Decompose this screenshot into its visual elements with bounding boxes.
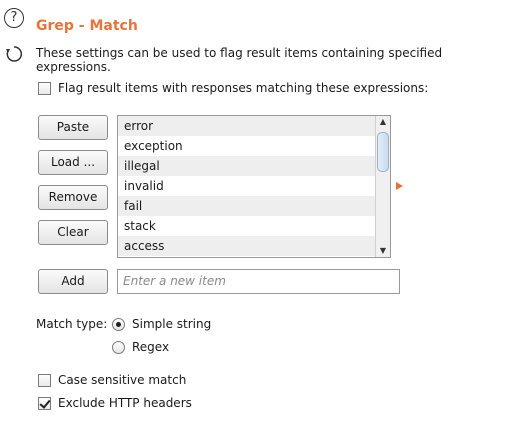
exclude-headers-checkbox[interactable] xyxy=(38,396,51,410)
case-sensitive-label: Case sensitive match xyxy=(58,373,187,387)
case-sensitive-row[interactable]: Case sensitive match xyxy=(38,373,186,387)
scroll-down-arrow-icon[interactable]: ▼ xyxy=(376,245,390,257)
match-type-label: Match type: xyxy=(36,317,108,331)
list-item[interactable]: stack xyxy=(118,216,390,236)
expand-arrow-icon xyxy=(396,182,403,190)
list-item[interactable]: fail xyxy=(118,196,390,216)
load-button[interactable]: Load ... xyxy=(38,150,108,175)
scroll-up-arrow-icon[interactable]: ▲ xyxy=(376,116,390,128)
clear-button[interactable]: Clear xyxy=(38,220,108,245)
list-item[interactable]: error xyxy=(118,116,390,136)
simple-string-label: Simple string xyxy=(132,317,212,331)
paste-button[interactable]: Paste xyxy=(38,115,108,140)
simple-string-radio[interactable] xyxy=(112,317,125,331)
list-item[interactable]: exception xyxy=(118,136,390,156)
case-sensitive-checkbox[interactable] xyxy=(38,373,51,387)
list-item[interactable]: access xyxy=(118,236,390,256)
regex-radio[interactable] xyxy=(112,340,125,354)
expressions-list[interactable]: error exception illegal invalid fail sta… xyxy=(117,115,391,258)
radio-regex[interactable]: Regex xyxy=(112,340,169,354)
list-item[interactable]: illegal xyxy=(118,156,390,176)
list-scrollbar[interactable]: ▲ ▼ xyxy=(375,116,390,257)
radio-simple-string[interactable]: Simple string xyxy=(112,317,211,331)
add-button[interactable]: Add xyxy=(38,269,108,294)
exclude-headers-label: Exclude HTTP headers xyxy=(58,396,192,410)
scrollbar-thumb[interactable] xyxy=(377,132,389,172)
regex-label: Regex xyxy=(132,340,170,354)
flag-responses-checkbox[interactable] xyxy=(38,81,51,95)
section-description: These settings can be used to flag resul… xyxy=(36,46,443,74)
flag-responses-label: Flag result items with responses matchin… xyxy=(58,81,429,95)
flag-option-row[interactable]: Flag result items with responses matchin… xyxy=(38,81,428,95)
remove-button[interactable]: Remove xyxy=(38,185,108,210)
exclude-headers-row[interactable]: Exclude HTTP headers xyxy=(38,396,192,410)
list-item[interactable]: invalid xyxy=(118,176,390,196)
refresh-icon[interactable] xyxy=(4,44,24,64)
new-item-input[interactable]: Enter a new item xyxy=(117,269,400,294)
help-icon[interactable]: ? xyxy=(4,8,24,28)
section-title: Grep - Match xyxy=(36,18,138,34)
